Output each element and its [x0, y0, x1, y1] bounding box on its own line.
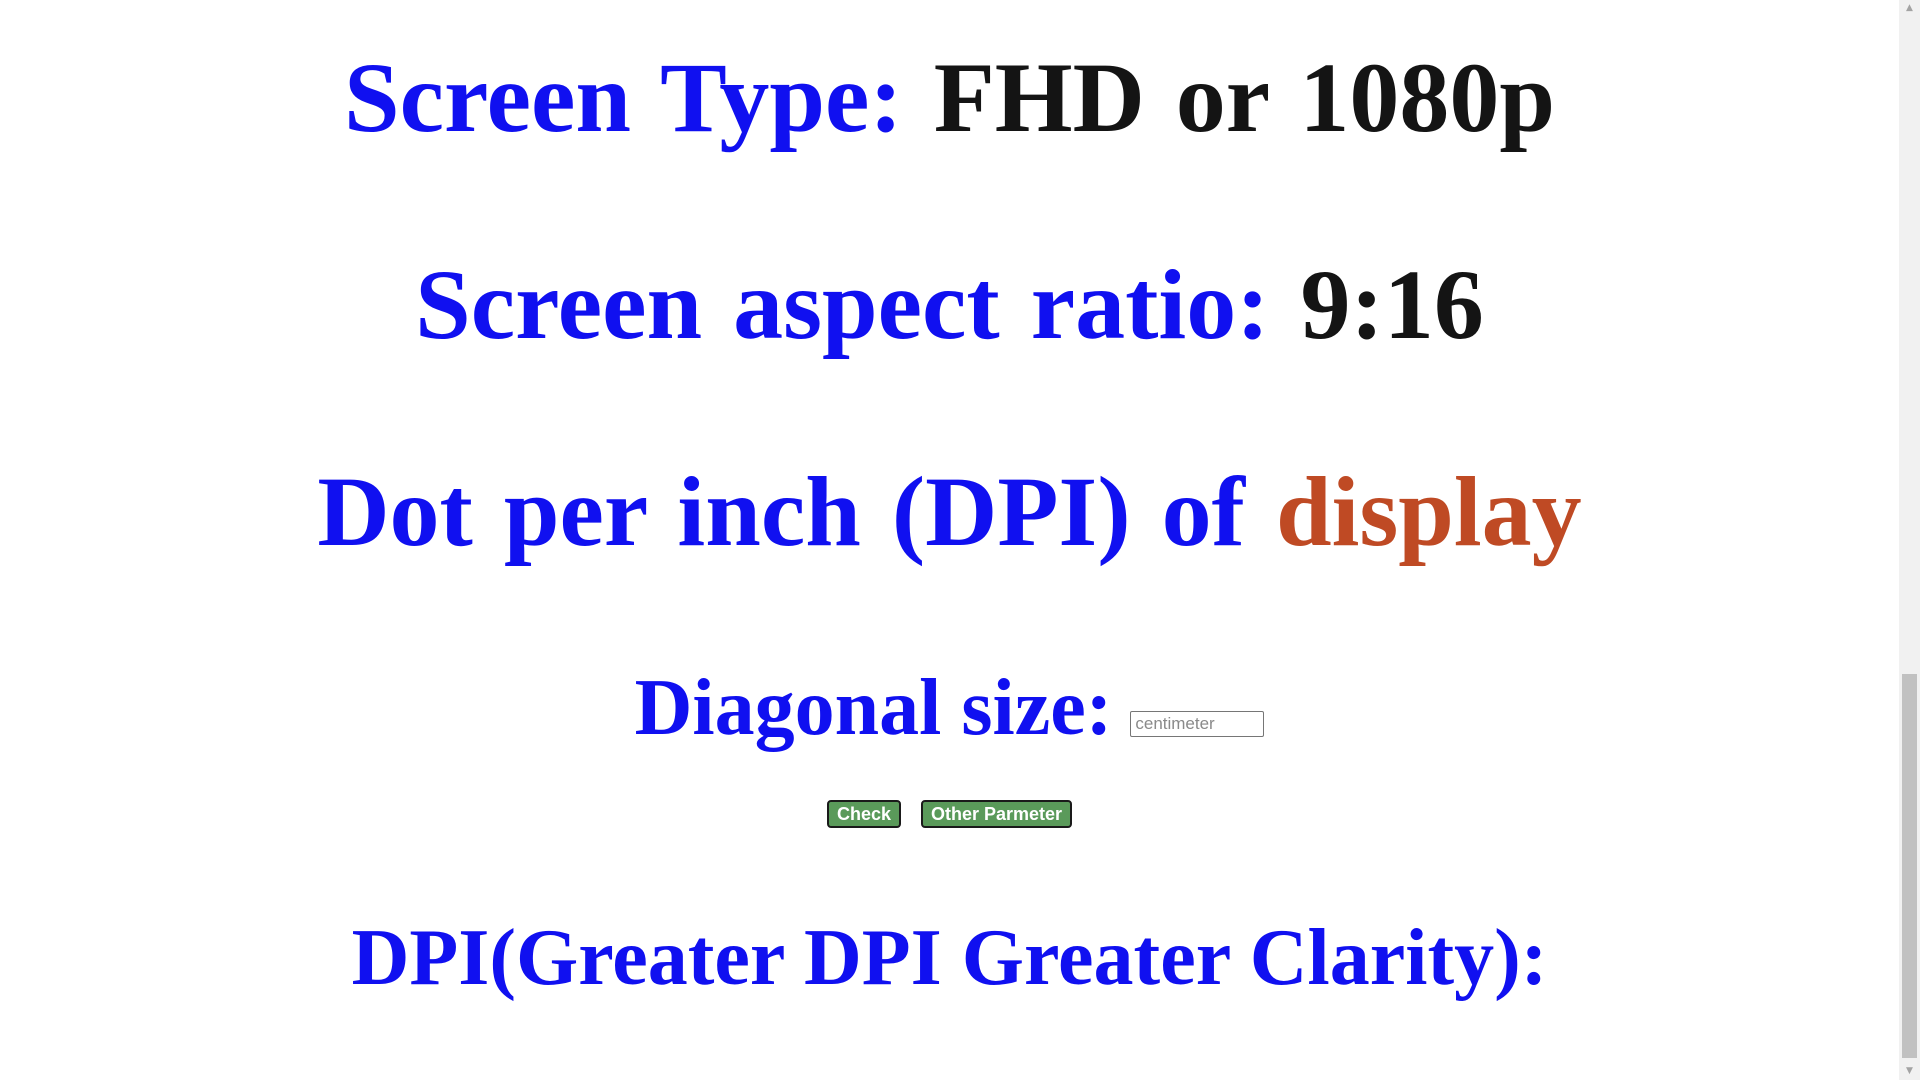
main-content: Screen Type: FHD or 1080p Screen aspect …	[0, 0, 1899, 1080]
screen-type-value: FHD or 1080p	[933, 42, 1555, 153]
aspect-ratio-value: 9:16	[1300, 249, 1484, 360]
diagonal-size-row: Diagonal size:	[0, 668, 1899, 748]
scrollbar-thumb[interactable]	[1902, 674, 1917, 1058]
triangle-down-icon[interactable]: ▼	[1899, 1063, 1920, 1080]
dpi-section-label: Dot per inch (DPI) of	[317, 456, 1245, 567]
dpi-section-heading: Dot per inch (DPI) of display	[0, 462, 1899, 562]
diagonal-size-input[interactable]	[1130, 710, 1265, 737]
other-parameter-button[interactable]: Other Parmeter	[920, 800, 1073, 828]
triangle-up-icon[interactable]: ▲	[1899, 0, 1920, 17]
check-button[interactable]: Check	[826, 800, 901, 828]
dpi-result-heading: DPI(Greater DPI Greater Clarity):	[351, 914, 1548, 1002]
dpi-section-highlight: display	[1275, 456, 1582, 567]
screen-type-heading: Screen Type: FHD or 1080p	[0, 48, 1899, 148]
button-row: Check Other Parmeter	[0, 800, 1899, 828]
aspect-ratio-label: Screen aspect ratio:	[415, 249, 1270, 360]
vertical-scrollbar[interactable]: ▲ ▼	[1899, 0, 1920, 1080]
screen-type-label: Screen Type:	[343, 42, 903, 153]
page: Screen Type: FHD or 1080p Screen aspect …	[0, 0, 1920, 1080]
diagonal-size-label: Diagonal size:	[634, 664, 1113, 752]
aspect-ratio-heading: Screen aspect ratio: 9:16	[0, 255, 1899, 355]
